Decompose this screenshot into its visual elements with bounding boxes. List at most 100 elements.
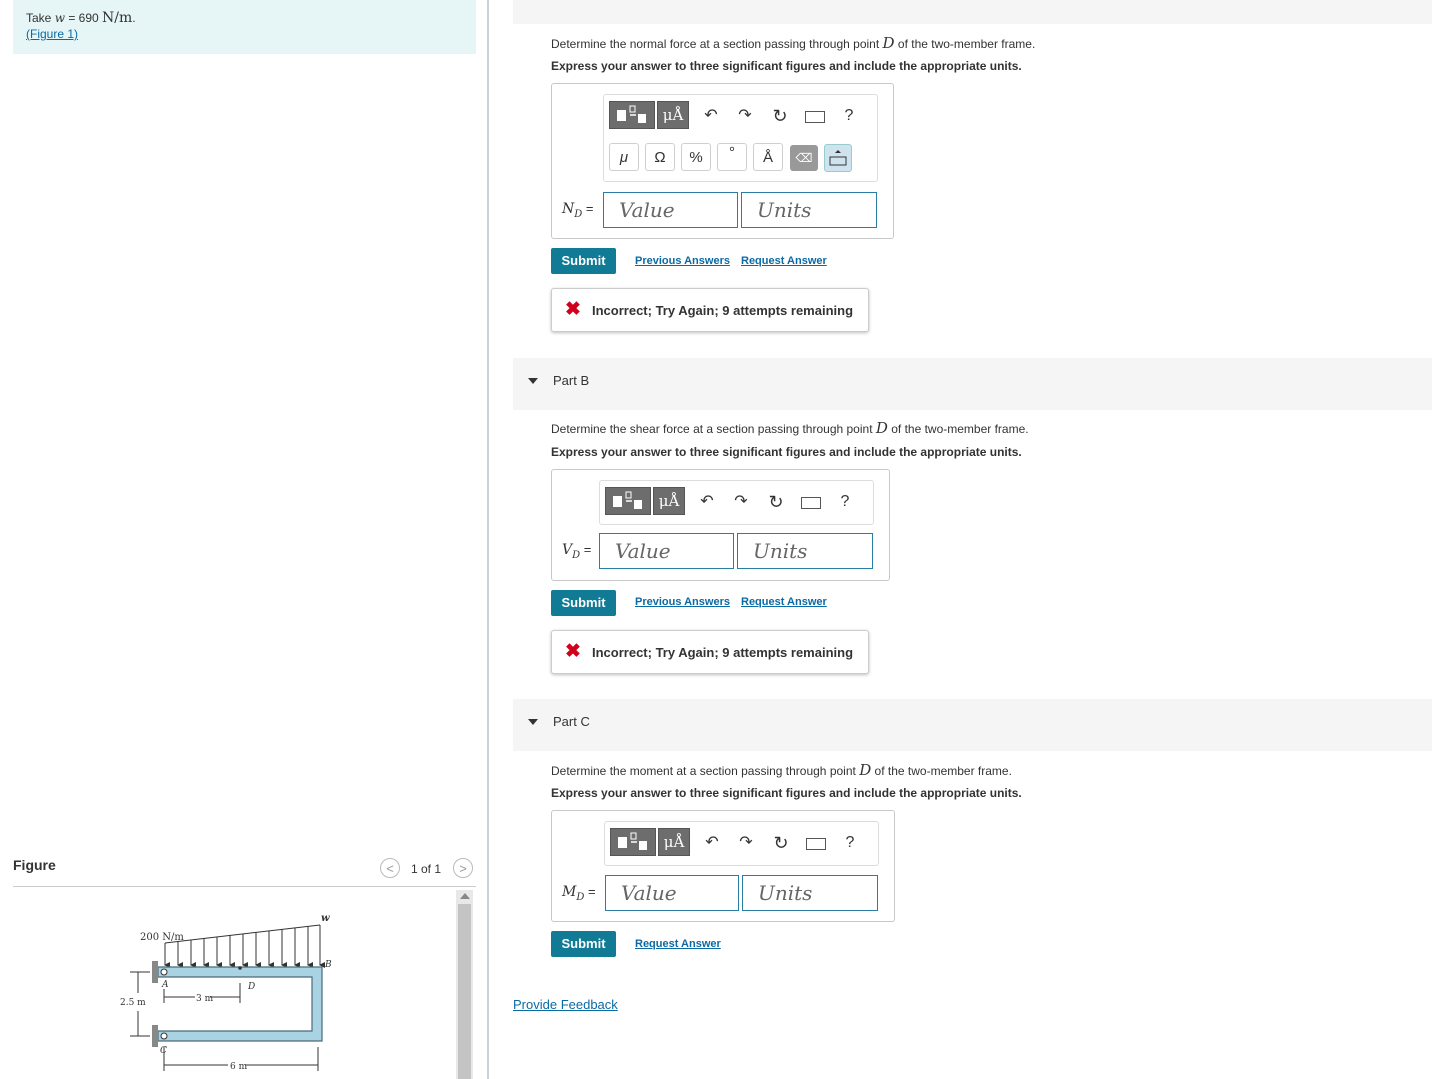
fig-b-label: B: [324, 960, 332, 970]
units-mu-icon[interactable]: μÅ: [658, 828, 690, 856]
part-b-request-answer-link[interactable]: Request Answer: [741, 596, 827, 608]
next-figure-button[interactable]: >: [453, 858, 473, 878]
given-panel: Take w = 690 N/m. (Figure 1): [13, 0, 476, 54]
part-b-question-pre: Determine the shear force at a section p…: [551, 422, 876, 436]
delete-icon[interactable]: ⌫: [790, 145, 818, 171]
given-value: = 690: [64, 11, 103, 25]
prev-figure-button[interactable]: <: [380, 858, 400, 878]
undo-icon[interactable]: ↶: [701, 106, 721, 126]
symbol-percent-button[interactable]: %: [681, 143, 711, 171]
part-b-label: VD =: [562, 542, 591, 561]
fig-c-label: C: [160, 1046, 167, 1056]
part-c-title: Part C: [553, 714, 590, 729]
redo-icon[interactable]: ↷: [731, 492, 751, 512]
part-c-submit-button[interactable]: Submit: [551, 931, 616, 957]
fig-25m-label: 2.5 m: [120, 998, 146, 1008]
part-b-feedback-text: Incorrect; Try Again; 9 attempts remaini…: [592, 645, 854, 660]
part-c-value-input[interactable]: Value: [605, 875, 739, 911]
part-a-header-bar: [513, 0, 1432, 24]
reset-icon[interactable]: ↻: [766, 492, 786, 512]
part-a-instruction: Express your answer to three significant…: [551, 59, 1022, 73]
part-a-submit-button[interactable]: Submit: [551, 248, 616, 274]
part-c-question: Determine the moment at a section passin…: [551, 761, 1012, 779]
given-w-symbol: w: [54, 11, 65, 25]
reset-icon[interactable]: ↻: [771, 833, 791, 853]
part-a-question: Determine the normal force at a section …: [551, 34, 1035, 52]
templates-icon[interactable]: [605, 487, 651, 515]
help-icon[interactable]: ?: [839, 106, 859, 126]
figure-scroll-thumb[interactable]: [458, 904, 471, 1079]
help-icon[interactable]: ?: [840, 833, 860, 853]
figure-title: Figure: [13, 857, 56, 873]
figure-pager-text: 1 of 1: [411, 862, 442, 876]
symbol-degree-button[interactable]: °: [717, 143, 747, 171]
part-b-label-var: V: [562, 542, 573, 558]
figure-link[interactable]: (Figure 1): [26, 27, 78, 41]
incorrect-x-icon: ✖: [565, 641, 581, 662]
part-a-label: ND =: [562, 201, 594, 220]
part-a-value-input[interactable]: Value: [603, 192, 738, 228]
part-a-units-input[interactable]: Units: [741, 192, 877, 228]
undo-icon[interactable]: ↶: [702, 833, 722, 853]
part-a-question-pre: Determine the normal force at a section …: [551, 37, 883, 51]
part-b-title: Part B: [553, 373, 590, 388]
part-c-header[interactable]: Part C: [513, 699, 1432, 751]
part-a-question-post: of the two-member frame.: [894, 37, 1036, 51]
keyboard-icon[interactable]: [801, 497, 821, 509]
part-b-submit-button[interactable]: Submit: [551, 590, 616, 616]
given-text: Take w = 690 N/m.: [26, 10, 136, 26]
part-b-feedback: ✖ Incorrect; Try Again; 9 attempts remai…: [551, 630, 869, 674]
part-a-previous-answers-link[interactable]: Previous Answers: [635, 255, 730, 267]
collapse-arrow-icon[interactable]: [528, 719, 538, 725]
collapse-arrow-icon[interactable]: [528, 378, 538, 384]
frame-figure: 200 N/m w A B C D 3 m 6 m 2.5 m: [120, 913, 332, 1072]
reset-icon[interactable]: ↻: [770, 106, 790, 126]
part-b-header[interactable]: Part B: [513, 358, 1432, 410]
fig-3m-label: 3 m: [196, 994, 214, 1004]
units-mu-icon[interactable]: μÅ: [657, 101, 689, 129]
redo-icon[interactable]: ↷: [735, 106, 755, 126]
panel-divider[interactable]: [487, 0, 489, 1079]
keyboard-toggle-icon[interactable]: [824, 144, 852, 172]
fig-6m-label: 6 m: [230, 1062, 248, 1072]
part-b-previous-answers-link[interactable]: Previous Answers: [635, 596, 730, 608]
symbol-mu-button[interactable]: μ: [609, 143, 639, 171]
undo-icon[interactable]: ↶: [697, 492, 717, 512]
given-period: .: [132, 11, 136, 25]
part-a-feedback: ✖ Incorrect; Try Again; 9 attempts remai…: [551, 288, 869, 332]
figure-separator: [13, 886, 476, 887]
part-c-label-var: M: [562, 884, 577, 900]
help-icon[interactable]: ?: [835, 492, 855, 512]
symbol-angstrom-button[interactable]: Å: [753, 143, 783, 171]
templates-icon[interactable]: [609, 101, 655, 129]
part-b-question: Determine the shear force at a section p…: [551, 419, 1029, 437]
fig-w-label: w: [321, 913, 330, 924]
part-a-label-eq: =: [582, 201, 594, 216]
part-b-label-sub: D: [572, 549, 581, 561]
symbol-omega-button[interactable]: Ω: [645, 143, 675, 171]
part-c-label-eq: =: [584, 884, 596, 899]
part-c-instruction: Express your answer to three significant…: [551, 786, 1022, 800]
part-b-instruction: Express your answer to three significant…: [551, 445, 1022, 459]
part-c-request-answer-link[interactable]: Request Answer: [635, 938, 721, 950]
templates-icon[interactable]: [610, 828, 656, 856]
fig-a-label: A: [161, 980, 169, 990]
part-a-request-answer-link[interactable]: Request Answer: [741, 255, 827, 267]
part-b-point: D: [875, 419, 888, 437]
part-b-label-eq: =: [580, 542, 592, 557]
part-b-value-input[interactable]: Value: [599, 533, 734, 569]
fig-d-label: D: [247, 982, 255, 992]
provide-feedback-link[interactable]: Provide Feedback: [513, 997, 618, 1012]
given-unit: N/m: [102, 10, 133, 26]
redo-icon[interactable]: ↷: [736, 833, 756, 853]
fig-load-label: 200 N/m: [140, 932, 184, 943]
part-b-question-post: of the two-member frame.: [887, 422, 1029, 436]
part-c-point: D: [859, 761, 872, 779]
part-a-point: D: [882, 34, 895, 52]
keyboard-icon[interactable]: [805, 111, 825, 123]
part-c-units-input[interactable]: Units: [742, 875, 878, 911]
scroll-up-arrow-icon[interactable]: [460, 893, 470, 899]
units-mu-icon[interactable]: μÅ: [653, 487, 685, 515]
part-b-units-input[interactable]: Units: [737, 533, 873, 569]
keyboard-icon[interactable]: [806, 838, 826, 850]
